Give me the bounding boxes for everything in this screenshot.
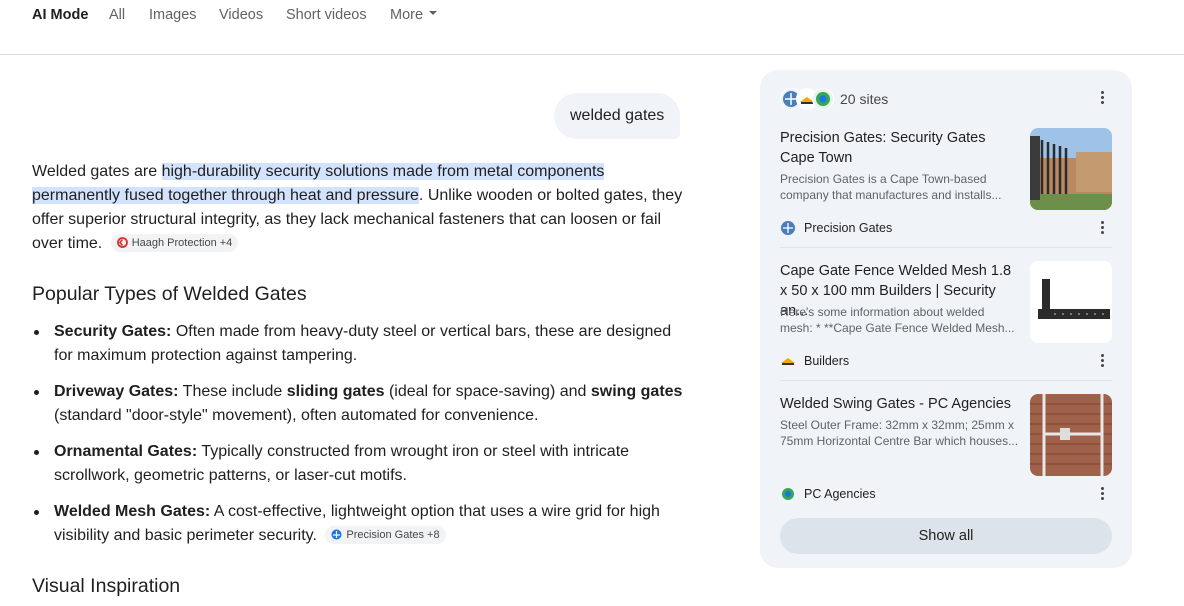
swing-gate-thumbnail — [1030, 394, 1112, 476]
source-card[interactable]: Cape Gate Fence Welded Mesh 1.8 x 50 x 1… — [780, 261, 1112, 379]
list-item-title: Security Gates: — [54, 323, 172, 340]
builders-icon — [780, 353, 796, 369]
source-card-thumbnail[interactable] — [1030, 394, 1112, 476]
pc-agencies-favicon — [812, 88, 834, 110]
gate-photo-thumbnail — [1030, 128, 1112, 210]
list-item-title: Welded Mesh Gates: — [54, 503, 211, 520]
tab-videos[interactable]: Videos — [219, 7, 263, 23]
more-options-icon[interactable] — [1094, 486, 1110, 502]
source-card-snippet: Steel Outer Frame: 32mm x 32mm; 25mm x 7… — [780, 418, 1019, 448]
tab-all[interactable]: All — [109, 7, 125, 23]
source-site-name: Builders — [804, 354, 850, 368]
answer-intro: Welded gates are high-durability securit… — [32, 160, 687, 256]
source-card-snippet: Precision Gates is a Cape Town-based com… — [780, 172, 1002, 202]
source-card-snippet: Here's some information about welded mes… — [780, 305, 1015, 335]
citation-chip-label: Haagh Protection +4 — [131, 236, 233, 249]
source-favicons — [780, 88, 836, 110]
source-site-name: Precision Gates — [804, 221, 893, 235]
user-query-bubble: welded gates — [554, 93, 681, 139]
show-all-button[interactable]: Show all — [780, 518, 1112, 554]
section-heading-types: Popular Types of Welded Gates — [32, 283, 307, 305]
tab-ai-mode[interactable]: AI Mode — [32, 7, 88, 23]
answer-highlight: permanently fused together through heat … — [32, 187, 419, 204]
more-options-icon[interactable] — [1094, 220, 1110, 236]
sources-panel: 20 sites Precision Gates: Security Gates… — [760, 70, 1132, 568]
tab-more-label: More — [390, 7, 424, 23]
list-item-bold: swing gates — [590, 383, 683, 400]
list-item: Security Gates: Often made from heavy-du… — [32, 320, 692, 368]
pc-agencies-icon — [780, 486, 796, 502]
citation-chip-label: Precision Gates +8 — [346, 528, 440, 541]
answer-highlight: high-durability security solutions made … — [161, 163, 605, 180]
haagh-protection-icon — [116, 237, 128, 249]
source-card-site: Precision Gates — [780, 220, 892, 236]
source-card-site: PC Agencies — [780, 486, 876, 502]
tab-short-videos[interactable]: Short videos — [286, 7, 367, 23]
precision-gates-icon — [331, 529, 342, 540]
list-item-title: Ornamental Gates: — [54, 443, 198, 460]
citation-chip-precision[interactable]: Precision Gates +8 — [325, 525, 446, 544]
tab-images[interactable]: Images — [149, 7, 197, 23]
source-card-thumbnail[interactable] — [1030, 261, 1112, 343]
source-card-thumbnail[interactable] — [1030, 128, 1112, 210]
precision-gates-icon — [780, 220, 796, 236]
list-item-text: (standard "door-style" movement), often … — [54, 407, 539, 424]
answer-intro-prefix: Welded gates are — [32, 163, 162, 180]
divider — [780, 380, 1112, 381]
list-item-text: These include — [178, 383, 287, 400]
more-options-icon[interactable] — [1094, 353, 1110, 369]
tab-more[interactable]: More — [390, 7, 438, 23]
sources-header[interactable]: 20 sites — [780, 88, 888, 110]
list-item-text: (ideal for space-saving) and — [384, 383, 591, 400]
source-card-site: Builders — [780, 353, 849, 369]
source-card[interactable]: Precision Gates: Security Gates Cape Tow… — [780, 128, 1112, 246]
caret-down-icon — [429, 11, 438, 16]
sites-count: 20 sites — [840, 91, 889, 107]
divider — [780, 247, 1112, 248]
more-options-icon[interactable] — [1094, 90, 1110, 106]
list-item: Welded Mesh Gates: A cost-effective, lig… — [32, 500, 692, 548]
gate-types-list: Security Gates: Often made from heavy-du… — [32, 320, 692, 560]
source-card[interactable]: Welded Swing Gates - PC Agencies Steel O… — [780, 394, 1112, 512]
mesh-panel-thumbnail — [1030, 261, 1112, 343]
source-card-title[interactable]: Precision Gates: Security Gates Cape Tow… — [780, 128, 1020, 168]
source-card-title[interactable]: Welded Swing Gates - PC Agencies — [780, 394, 1020, 414]
list-item: Driveway Gates: These include sliding ga… — [32, 380, 692, 428]
search-tabs-bar: AI Mode All Images Videos Short videos M… — [0, 0, 1184, 55]
source-site-name: PC Agencies — [804, 487, 876, 501]
section-heading-visual: Visual Inspiration — [32, 575, 181, 597]
citation-chip-haagh[interactable]: Haagh Protection +4 — [110, 233, 239, 252]
list-item-bold: sliding gates — [286, 383, 385, 400]
list-item-title: Driveway Gates: — [54, 383, 179, 400]
list-item: Ornamental Gates: Typically constructed … — [32, 440, 692, 488]
